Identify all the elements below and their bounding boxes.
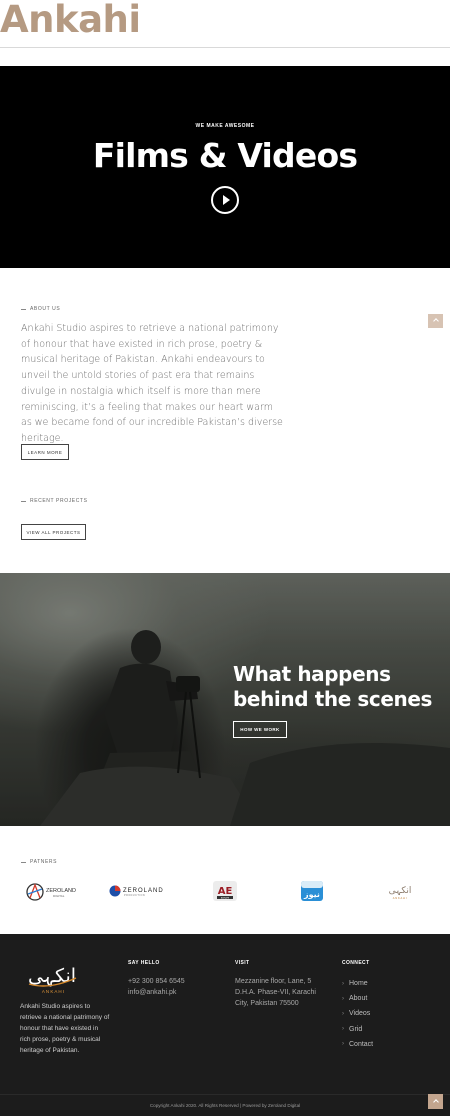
partners-section-label: PATNERS [21, 859, 57, 865]
partner-logo-news[interactable]: نیوز [300, 874, 324, 908]
footer-link-grid[interactable]: › Grid [342, 1022, 373, 1037]
chevron-right-icon: › [342, 980, 344, 987]
behind-title-line2: behind the scenes [233, 687, 433, 711]
footer-link-home[interactable]: › Home [342, 976, 373, 991]
chevron-right-icon: › [342, 995, 344, 1002]
site-footer: انکہی A N K A H I Ankahi Studio aspires … [0, 934, 450, 1116]
behind-title-line1: What happens [233, 662, 391, 686]
projects-section-label: RECENT PROJECTS [21, 498, 88, 504]
projects-label-text: RECENT PROJECTS [30, 498, 88, 504]
partner-logo-zeroland-digital[interactable]: ZEROLAND DIGITAL [24, 874, 78, 908]
play-icon[interactable] [211, 186, 239, 214]
footer-link-label: Videos [349, 1010, 371, 1018]
connect-heading: CONNECT [342, 960, 370, 966]
footer-links: › Home › About › Videos › Grid › Contact [342, 976, 373, 1052]
partner-sub: DIGITAL [53, 894, 65, 898]
ankahi-small-logo: انکہی ANKAHI [389, 886, 412, 900]
how-we-work-button[interactable]: HOW WE WORK [233, 721, 287, 738]
partners-logos: ZEROLAND DIGITAL ZEROLAND PRODUCTION AE … [0, 874, 450, 908]
about-text: Ankahi Studio aspires to retrieve a nati… [21, 323, 283, 444]
site-header: Ankahi [0, 0, 450, 48]
chevron-right-icon: › [342, 1041, 344, 1048]
scroll-up-icon[interactable] [428, 314, 443, 328]
partner-sub: ANKAHI [221, 897, 230, 900]
partner-name: نیوز [303, 890, 320, 899]
partner-sub: PRODUCTION [124, 894, 145, 897]
footer-phone[interactable]: +92 300 854 6545 [128, 976, 185, 987]
copyright-text: Copyright Ankahi 2020. All Rights Reserv… [149, 1103, 301, 1108]
news-logo: نیوز [301, 881, 323, 901]
about-label-text: ABOUT US [30, 306, 61, 312]
chevron-right-icon: › [342, 1010, 344, 1017]
partners-label-text: PATNERS [30, 859, 58, 865]
view-all-projects-button[interactable]: VIEW ALL PROJECTS [21, 524, 86, 540]
behind-scenes-title: What happens behind the scenes [233, 662, 443, 712]
hero-banner: WE MAKE AWESOME Films & Videos [0, 66, 450, 268]
behind-scenes-banner: What happens behind the scenes HOW WE WO… [0, 573, 450, 826]
partner-logo-ae[interactable]: AE ANKAHI [212, 874, 238, 908]
partner-name: انکہی [389, 886, 412, 896]
partner-name: AE [218, 886, 233, 897]
footer-link-label: Home [349, 980, 368, 988]
site-logo[interactable]: Ankahi [0, 0, 141, 40]
label-dash [21, 500, 26, 502]
hero-title: Films & Videos [92, 136, 358, 175]
footer-about-text: Ankahi Studio aspires to retrieve a nati… [20, 1003, 110, 1054]
ae-logo: AE ANKAHI [213, 881, 237, 901]
partner-logo-ankahi[interactable]: انکہی ANKAHI [384, 874, 416, 908]
chevron-right-icon: › [342, 1026, 344, 1033]
footer-link-label: About [349, 995, 368, 1003]
about-section-label: ABOUT US [21, 306, 60, 312]
learn-more-button[interactable]: LEARN MORE [21, 444, 69, 460]
label-dash [21, 861, 26, 863]
zeroland-digital-logo: ZEROLAND DIGITAL [26, 883, 76, 901]
footer-link-about[interactable]: › About [342, 991, 373, 1006]
hero-kicker: WE MAKE AWESOME [195, 123, 255, 129]
footer-logo-urdu: انکہی [28, 965, 76, 987]
footer-link-contact[interactable]: › Contact [342, 1037, 373, 1052]
footer-bottom-bar: Copyright Ankahi 2020. All Rights Reserv… [0, 1094, 450, 1116]
footer-link-label: Grid [349, 1025, 363, 1033]
footer-link-videos[interactable]: › Videos [342, 1006, 373, 1021]
footer-address: Mezzanine floor, Lane, 5 D.H.A. Phase-VI… [235, 978, 316, 1007]
label-dash [21, 308, 26, 310]
footer-logo: انکہی A N K A H I [28, 965, 77, 994]
footer-link-label: Contact [349, 1040, 374, 1048]
back-to-top-icon[interactable] [428, 1094, 443, 1109]
footer-email[interactable]: info@ankahi.pk [128, 987, 176, 998]
footer-logo-latin: A N K A H I [42, 989, 64, 994]
partner-sub: ANKAHI [393, 896, 407, 900]
visit-heading: VISIT [235, 960, 250, 966]
zeroland-production-logo: ZEROLAND PRODUCTION [109, 885, 163, 897]
say-hello-heading: SAY HELLO [128, 960, 160, 966]
partner-logo-zeroland-production[interactable]: ZEROLAND PRODUCTION [107, 874, 169, 908]
